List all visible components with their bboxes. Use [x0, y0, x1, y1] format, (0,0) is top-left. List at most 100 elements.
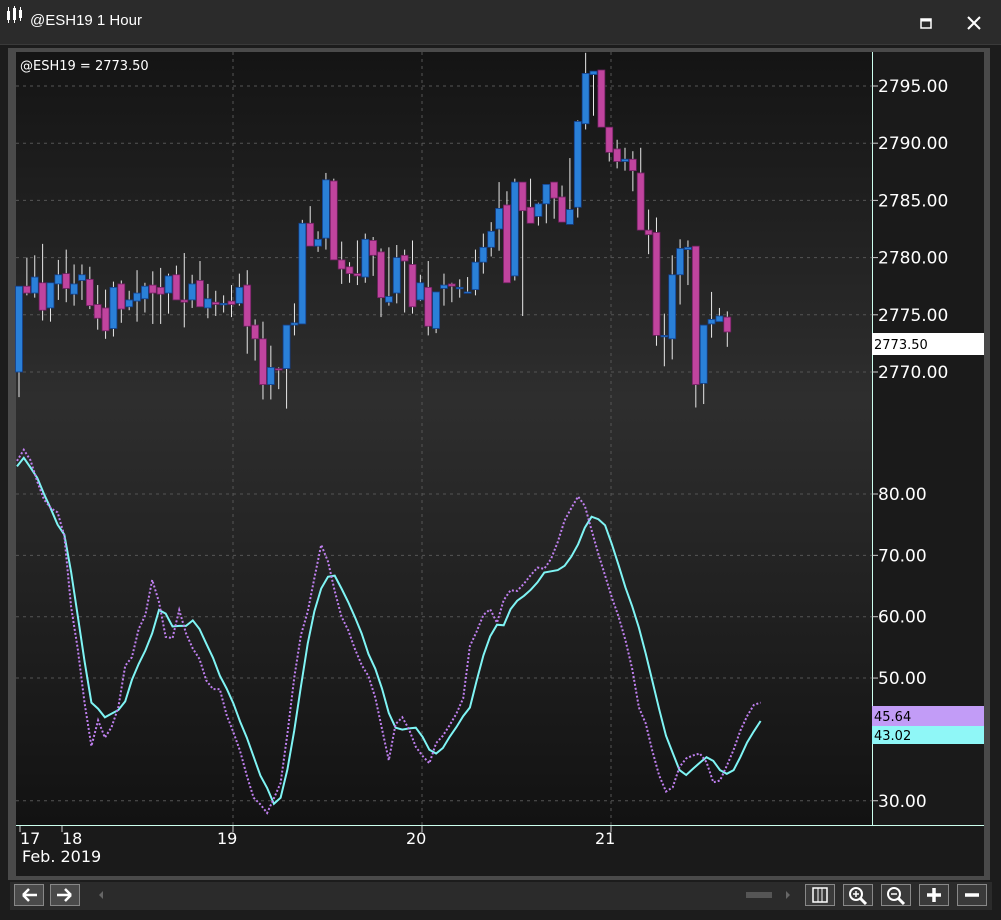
candle-body — [510, 181, 519, 277]
remove-button[interactable] — [957, 884, 987, 906]
candle-body — [691, 245, 700, 385]
candle-body — [353, 273, 362, 277]
candle-body — [479, 246, 488, 263]
candle-body — [15, 285, 23, 373]
candle-body — [558, 196, 566, 223]
candle-body — [125, 299, 134, 308]
zoom-in-button[interactable] — [843, 884, 873, 906]
candle-body — [715, 315, 724, 323]
minus-icon — [965, 893, 979, 897]
candle-body — [78, 274, 86, 281]
date-label-18: 18 — [62, 829, 82, 848]
candle-body — [172, 274, 181, 301]
candle-body — [589, 70, 598, 75]
candle-body — [274, 368, 283, 371]
candle-body — [723, 316, 732, 333]
y-tick-label: 2770.00 — [878, 363, 948, 383]
candle-body — [424, 286, 433, 327]
candle-body — [392, 257, 401, 294]
candle-body — [117, 283, 126, 310]
candle-body — [566, 209, 574, 225]
bottom-toolbar — [10, 882, 992, 910]
candle-body — [109, 286, 118, 329]
arrow-right-icon — [57, 888, 72, 902]
candle-body — [471, 261, 480, 291]
time-axis-background — [16, 826, 984, 876]
candle-body — [298, 222, 307, 325]
candle-body — [369, 240, 378, 256]
symbol-legend: @ESH19 = 2773.50 — [20, 59, 149, 74]
candle-body — [93, 304, 102, 319]
y-tick-label: 2780.00 — [878, 249, 948, 269]
candle-body — [345, 266, 354, 275]
date-label-17: 17 — [20, 829, 40, 848]
candle-body — [314, 238, 322, 247]
candle-body — [447, 283, 456, 287]
candle-body — [518, 181, 527, 212]
scroll-right-button[interactable] — [50, 884, 80, 906]
candle-body — [597, 69, 606, 128]
candle-body — [133, 292, 141, 302]
candle-body — [613, 148, 622, 162]
candle-body — [581, 73, 590, 125]
columns-icon — [812, 887, 828, 903]
candle-body — [70, 283, 78, 295]
zoom-out-button[interactable] — [881, 884, 911, 906]
candle-body — [322, 179, 330, 239]
candle-body — [628, 158, 637, 172]
candle-body — [188, 283, 197, 301]
candle-body — [227, 300, 236, 305]
candle-body — [290, 322, 299, 326]
month-label: Feb. 2019 — [22, 847, 101, 866]
candle-body — [361, 238, 370, 278]
candle-body — [487, 230, 496, 248]
candle-body — [684, 246, 692, 250]
candle-body — [180, 299, 189, 303]
candle-body — [243, 284, 252, 327]
zoom-in-icon — [849, 887, 868, 906]
candle-body — [30, 276, 39, 294]
scroll-left-button[interactable] — [14, 884, 44, 906]
y-tick-label: 2790.00 — [878, 134, 948, 154]
y-tick-label: 2795.00 — [878, 77, 948, 97]
osc-tag-bottom-label: 43.02 — [874, 729, 911, 744]
candle-body — [203, 298, 212, 309]
candle-body — [652, 232, 661, 336]
candle-body — [542, 183, 551, 205]
candle-body — [416, 282, 425, 301]
candle-body — [164, 275, 173, 294]
candle-body — [707, 318, 716, 325]
zoom-out-icon — [887, 887, 906, 906]
candle-body — [196, 280, 204, 308]
candle-body — [101, 307, 110, 332]
candle-body — [636, 172, 645, 231]
candle-body — [46, 282, 55, 309]
candle-body — [605, 126, 614, 153]
candle-body — [266, 367, 275, 385]
date-label-19: 19 — [217, 829, 237, 848]
arrow-left-icon — [22, 888, 37, 902]
scroll-track[interactable] — [90, 886, 800, 904]
y-tick-label: 60.00 — [878, 608, 927, 628]
candle-body — [573, 121, 582, 208]
candle-body — [534, 203, 543, 217]
candle-body — [329, 180, 338, 261]
candle-body — [211, 301, 220, 305]
candle-body — [495, 208, 503, 230]
add-button[interactable] — [919, 884, 949, 906]
candle-body — [62, 273, 71, 289]
candle-body — [440, 284, 448, 289]
candle-body — [526, 206, 535, 224]
y-tick-label: 2775.00 — [878, 306, 948, 326]
y-tick-label: 30.00 — [878, 792, 927, 812]
y-tick-label: 2785.00 — [878, 191, 948, 211]
candle-body — [377, 251, 385, 299]
chart-area[interactable]: 2795.00 2790.00 2785.00 2780.00 2775.00 2770.… — [0, 0, 1001, 920]
columns-button[interactable] — [805, 884, 835, 906]
candle-body — [141, 285, 149, 300]
candle-body — [668, 274, 677, 340]
candle-body — [219, 302, 228, 306]
candle-body — [337, 259, 346, 270]
candle-body — [54, 274, 63, 285]
candle-body — [676, 248, 684, 276]
